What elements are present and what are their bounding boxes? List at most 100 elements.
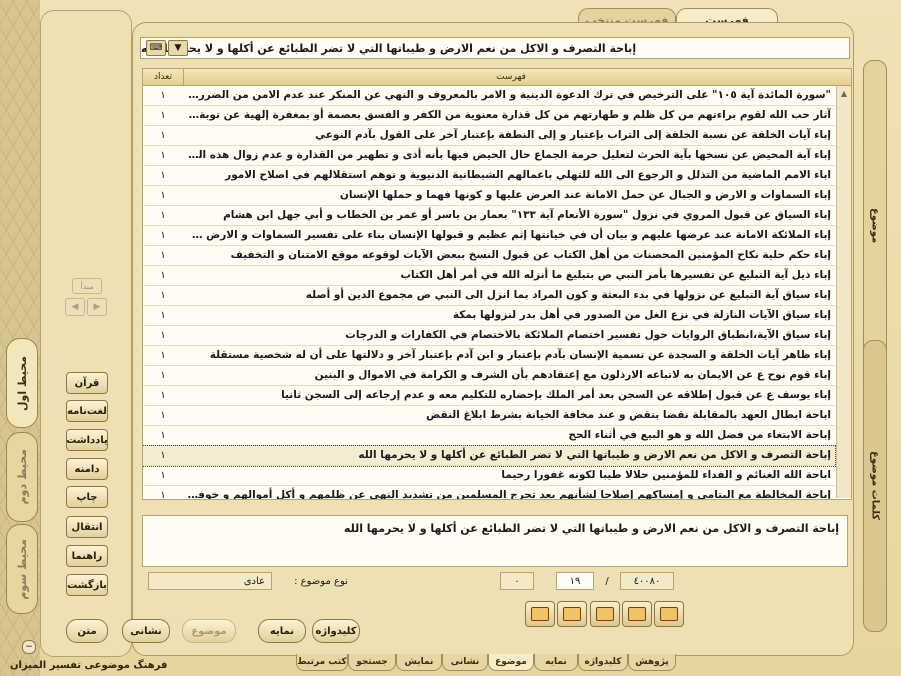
dictionary-button[interactable]: لغت‌نامه: [66, 400, 108, 422]
address-button[interactable]: نشانی: [122, 619, 170, 643]
forward-arrow-icon[interactable]: ▶: [87, 298, 107, 316]
table-row[interactable]: ١ إباء ذيل آية التبليغ عن تفسيرها بأمر ال…: [143, 266, 835, 286]
back-arrow-icon[interactable]: ◀: [65, 298, 85, 316]
topic-type-field[interactable]: عادی: [148, 572, 272, 590]
tab-display[interactable]: نمایش: [396, 654, 442, 671]
tab-environment-3[interactable]: محیط سوم: [6, 524, 38, 614]
table-row[interactable]: ١ إباء الملائكة الامانة عند عرضها عليهم و…: [143, 226, 835, 246]
quran-button[interactable]: قرآن: [66, 372, 108, 394]
table-row[interactable]: ١ آثار حب الله لقوم براءتهم من كل ظلم و ط…: [143, 106, 835, 126]
row-title: إباحة المخالطة مع اليتامى و إمساكهم إصلا…: [187, 489, 831, 500]
row-title: "سورة المائدة آية ١٠٥" على الترخيص في تر…: [187, 89, 831, 101]
scroll-up-icon[interactable]: ▲: [837, 86, 851, 100]
row-title: إباحة التصرف و الاكل من نعم الارض و طيبا…: [358, 449, 831, 461]
table-row[interactable]: ١ إباء سياق آية التبليغ عن نزولها في بدء …: [143, 286, 835, 306]
tab-search[interactable]: جستجو: [348, 654, 396, 671]
row-title: اباحة الله الغنائم و الفداء للمؤمنين حلا…: [501, 469, 831, 481]
row-count: ١: [160, 490, 166, 500]
tab-keyword[interactable]: کلیدواژه: [578, 654, 628, 671]
table-row[interactable]: ١ إباء سياق الآية،انطباق الروايات حول تفس…: [143, 326, 835, 346]
row-title: إباء السماوات و الارض و الجبال عن حمل ال…: [339, 189, 831, 201]
tab-related-books[interactable]: کتب مرتبط: [296, 654, 348, 671]
row-title: إباء يوسف ع عن قبول إطلاقه عن السجن بعد …: [281, 389, 831, 401]
row-title: إباء السياق عن قبول المروي في نزول "سورة…: [223, 209, 831, 221]
tab-label: محیط اول: [15, 355, 29, 411]
tab-label: محیط دوم: [15, 449, 29, 505]
copy-record-icon[interactable]: [590, 601, 620, 627]
origin-label: مبدأ: [72, 278, 102, 294]
table-row[interactable]: ١ إباء سياق الآيات النازلة في نزع الغل من…: [143, 306, 835, 326]
row-count: ١: [160, 150, 166, 161]
row-count: ١: [160, 470, 166, 481]
column-count-header[interactable]: تعداد: [143, 69, 184, 85]
table-row[interactable]: ١ "سورة المائدة آية ١٠٥" على الترخيص في ت…: [143, 86, 835, 106]
minimize-icon[interactable]: −: [22, 640, 36, 654]
dropdown-arrow-icon[interactable]: ▼: [168, 40, 188, 56]
current-topic-title: إباحة التصرف و الاكل من نعم الارض و طيبا…: [140, 37, 850, 59]
row-title: اباء الامم الماضية من التذلل و الرجوع ال…: [225, 169, 831, 181]
row-title: إباء الملائكة الامانة عند عرضها عليهم و …: [187, 229, 831, 241]
table-row[interactable]: ١ إباء السماوات و الارض و الجبال عن حمل ا…: [143, 186, 835, 206]
tab-topic-bottom[interactable]: موضوع: [488, 654, 534, 671]
total-count: ٤٠٠٨٠: [620, 572, 674, 590]
transfer-button[interactable]: انتقال: [66, 516, 108, 538]
row-count: ١: [160, 410, 166, 421]
row-title: إباء آية المحيض عن نسخها بآية الحرث لتعل…: [187, 149, 831, 161]
tab-environment-1[interactable]: محیط اول: [6, 338, 38, 428]
tab-label: محیط سوم: [15, 538, 29, 600]
row-count: ١: [160, 90, 166, 101]
table-row[interactable]: ١ إباء ظاهر آيات الخلقة و السجدة عن تسمية…: [143, 346, 835, 366]
table-row[interactable]: ١ إباء آيات الخلقة عن نسبة الخلقة إلى الت…: [143, 126, 835, 146]
tab-topic-words[interactable]: کلمات موضوع: [863, 340, 887, 632]
row-title: إباء قوم نوح ع عن الايمان به لاتباعه الا…: [314, 369, 831, 381]
row-count: ١: [160, 210, 166, 221]
table-row[interactable]: ١ إباحة التصرف و الاكل من نعم الارض و طيب…: [143, 445, 836, 467]
last-record-icon[interactable]: [525, 601, 555, 627]
column-title-header[interactable]: فهرست: [187, 69, 835, 85]
table-row[interactable]: ١ إباء السياق عن قبول المروي في نزول "سور…: [143, 206, 835, 226]
table-row[interactable]: ١ اباحة ابطال العهد بالمقابلة نقضا بنقض و…: [143, 406, 835, 426]
row-count: ١: [160, 110, 166, 121]
topic-type-label: نوع موضوع :: [294, 575, 348, 587]
tab-label: کلمات موضوع: [869, 451, 881, 521]
table-row[interactable]: ١ إباحة المخالطة مع اليتامى و إمساكهم إصل…: [143, 486, 835, 500]
text-button[interactable]: متن: [66, 619, 108, 643]
tab-environment-2[interactable]: محیط دوم: [6, 432, 38, 522]
tab-index-bottom[interactable]: نمایه: [534, 654, 578, 671]
keyword-button[interactable]: کلیدواژه: [312, 619, 360, 643]
table-row[interactable]: ١ إباء حكم حلية نكاح المؤمنين المحصنات من…: [143, 246, 835, 266]
row-title: اباحة ابطال العهد بالمقابلة نقضا بنقض و …: [426, 409, 831, 421]
row-title: إباء ذيل آية التبليغ عن تفسيرها بأمر الن…: [400, 269, 831, 281]
table-row[interactable]: ١ اباحة الله الغنائم و الفداء للمؤمنين حل…: [143, 466, 835, 486]
table-row[interactable]: ١ اباء الامم الماضية من التذلل و الرجوع ا…: [143, 166, 835, 186]
row-count: ١: [160, 310, 166, 321]
first-record-icon[interactable]: [654, 601, 684, 627]
tab-address[interactable]: نشانی: [442, 654, 488, 671]
table-row[interactable]: ١ إباحة الابتغاء من فضل الله و هو البيع ف…: [143, 426, 835, 446]
vertical-scrollbar[interactable]: ▲: [836, 86, 851, 498]
help-button[interactable]: راهنما: [66, 545, 108, 567]
print-button[interactable]: چاپ: [66, 486, 108, 508]
row-count: ١: [160, 290, 166, 301]
row-count: ١: [160, 370, 166, 381]
table-row[interactable]: ١ إباء يوسف ع عن قبول إطلاقه عن السجن بعد…: [143, 386, 835, 406]
keyboard-icon[interactable]: ⌨: [146, 40, 166, 56]
row-title: آثار حب الله لقوم براءتهم من كل ظلم و طه…: [187, 109, 831, 121]
table-row[interactable]: ١ إباء قوم نوح ع عن الايمان به لاتباعه ال…: [143, 366, 835, 386]
row-count: ١: [160, 170, 166, 181]
row-count: ١: [160, 350, 166, 361]
table-row[interactable]: ١ إباء آية المحيض عن نسخها بآية الحرث لتع…: [143, 146, 835, 166]
row-title: إباء حكم حلية نكاح المؤمنين المحصنات من …: [230, 249, 831, 261]
row-count: ١: [160, 430, 166, 441]
current-index-field[interactable]: ١٩: [556, 572, 594, 590]
return-button[interactable]: بازگشت: [66, 574, 108, 596]
index-button[interactable]: نمایه: [258, 619, 306, 643]
previous-record-icon[interactable]: [622, 601, 652, 627]
note-button[interactable]: یادداشت: [66, 429, 108, 451]
topic-button[interactable]: موضوع: [182, 619, 236, 643]
tab-research[interactable]: پژوهش: [628, 654, 676, 671]
count-separator: /: [605, 575, 609, 587]
scope-button[interactable]: دامنه: [66, 458, 108, 480]
row-count: ١: [160, 270, 166, 281]
next-record-icon[interactable]: [557, 601, 587, 627]
